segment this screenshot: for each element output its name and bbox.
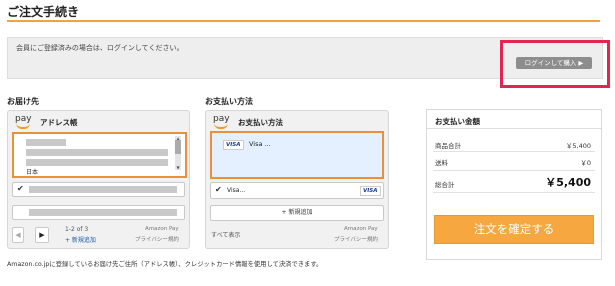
- summary-divider: [433, 151, 595, 152]
- place-order-button[interactable]: 注文を確定する: [434, 215, 594, 244]
- amazon-pay-label: Amazon Pay: [344, 226, 378, 232]
- visa-logo-icon: VISA: [360, 186, 381, 196]
- visa-logo-icon: VISA: [223, 140, 244, 150]
- summary-title: お支払い金額: [435, 117, 480, 126]
- login-message: 会員にご登録済みの場合は、ログインしてください。: [16, 44, 184, 52]
- page-title: ご注文手続き: [7, 5, 80, 19]
- privacy-link[interactable]: プライバシー規約: [334, 235, 378, 243]
- payment-section-label: お支払い方法: [205, 97, 253, 106]
- shipping-value: ￥0: [580, 159, 591, 167]
- checkmark-icon: ✔: [215, 185, 222, 194]
- login-button-highlight: [500, 40, 610, 88]
- title-divider: [7, 20, 600, 22]
- address-list[interactable]: 日本 ▲ ▼: [12, 132, 187, 178]
- add-address-link[interactable]: + 新規追加: [65, 235, 96, 244]
- shipping-label: 送料: [435, 159, 448, 167]
- delivery-section-label: お届け先: [7, 97, 39, 106]
- redacted-address-line: [26, 139, 66, 146]
- selected-card-area[interactable]: VISA Visa ...: [210, 131, 384, 179]
- privacy-link[interactable]: プライバシー規約: [135, 235, 179, 243]
- pager-text: 1-2 of 3: [65, 226, 89, 233]
- card-row[interactable]: ✔ Visa... VISA: [210, 182, 384, 199]
- scroll-down-icon[interactable]: ▼: [175, 165, 181, 170]
- card-row-name: Visa...: [227, 187, 246, 194]
- amazon-pay-label: Amazon Pay: [145, 226, 179, 232]
- redacted-address-line: [26, 159, 168, 166]
- summary-divider: [433, 170, 595, 171]
- address-row[interactable]: [12, 205, 185, 220]
- selected-address-row[interactable]: ✔: [12, 182, 185, 197]
- checkmark-icon: ✔: [17, 184, 24, 193]
- add-card-button[interactable]: + 新規追加: [210, 205, 384, 221]
- address-book-widget: pay アドレス帳 日本 ▲ ▼ ✔ ◀ ▶ 1-2 of 3 + 新規追加 A…: [7, 110, 190, 249]
- address-scrollbar[interactable]: ▲ ▼: [175, 136, 181, 170]
- address-country: 日本: [26, 169, 39, 176]
- selected-card-name: Visa ...: [249, 140, 271, 148]
- amazon-pay-logo-icon: pay: [15, 114, 32, 129]
- total-value: ￥5,400: [545, 176, 591, 189]
- scroll-thumb[interactable]: [175, 140, 181, 154]
- redacted-address-line: [29, 186, 177, 193]
- next-page-button[interactable]: ▶: [35, 227, 49, 243]
- footer-note: Amazon.co.jpに登録しているお届け先ご住所（アドレス帳）、クレジットカ…: [7, 261, 323, 268]
- redacted-address-line: [29, 209, 177, 216]
- subtotal-label: 商品合計: [435, 142, 461, 150]
- payment-widget-title: お支払い方法: [238, 118, 283, 127]
- subtotal-value: ￥5,400: [565, 142, 591, 150]
- amazon-pay-logo-icon: pay: [213, 114, 230, 129]
- total-label: 総合計: [435, 181, 455, 189]
- prev-page-button[interactable]: ◀: [12, 227, 24, 243]
- address-book-title: アドレス帳: [40, 118, 78, 127]
- redacted-address-line: [26, 149, 168, 156]
- payment-widget: pay お支払い方法 VISA Visa ... ✔ Visa... VISA …: [205, 110, 389, 249]
- show-all-link[interactable]: すべて表示: [211, 230, 240, 239]
- summary-divider: [433, 192, 595, 193]
